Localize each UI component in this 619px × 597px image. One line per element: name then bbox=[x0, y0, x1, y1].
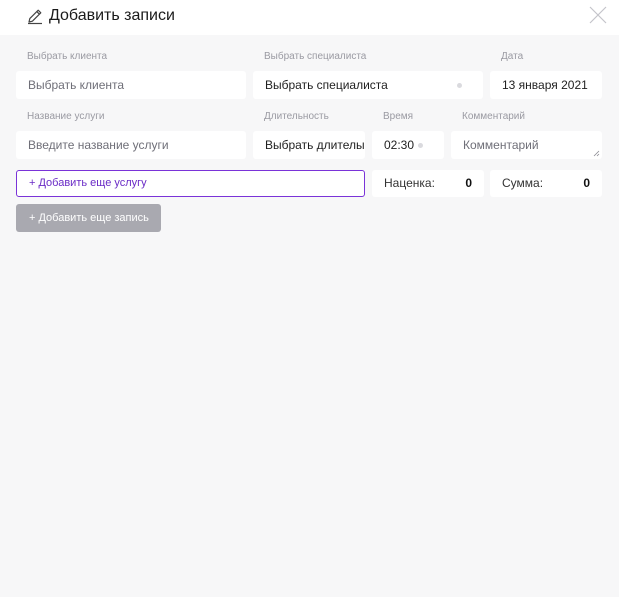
date-field[interactable]: 13 января 2021 bbox=[490, 71, 602, 99]
edit-pencil-icon bbox=[28, 9, 42, 25]
duration-select[interactable]: Выбрать длителы bbox=[253, 131, 365, 159]
specialist-select-value: Выбрать специалиста bbox=[265, 78, 388, 92]
time-label: Время bbox=[383, 111, 414, 122]
specialist-label: Выбрать специалиста bbox=[264, 51, 367, 62]
service-name-placeholder: Введите название услуги bbox=[28, 138, 169, 152]
sum-box: Сумма: 0 bbox=[490, 170, 602, 197]
service-name-input[interactable]: Введите название услуги bbox=[16, 131, 246, 159]
comment-label: Комментарий bbox=[462, 111, 525, 122]
client-select[interactable]: Выбрать клиента bbox=[16, 71, 246, 99]
sum-label: Сумма: bbox=[502, 176, 544, 190]
markup-value: 0 bbox=[465, 176, 472, 190]
add-service-button[interactable]: + Добавить еще услугу bbox=[16, 170, 365, 197]
markup-box: Наценка: 0 bbox=[372, 170, 484, 197]
close-icon[interactable] bbox=[587, 4, 609, 26]
time-field[interactable]: 02:30 bbox=[372, 131, 444, 159]
sum-value: 0 bbox=[583, 176, 590, 190]
modal-title: Добавить записи bbox=[49, 7, 175, 24]
date-field-value: 13 января 2021 bbox=[502, 78, 588, 92]
duration-select-value: Выбрать длителы bbox=[265, 138, 365, 152]
comment-textarea[interactable]: Комментарий bbox=[451, 131, 602, 159]
date-label: Дата bbox=[501, 51, 524, 62]
time-indicator-icon bbox=[418, 143, 423, 148]
markup-label: Наценка: bbox=[384, 176, 435, 190]
duration-label: Длительность bbox=[264, 111, 329, 122]
modal-header: Добавить записи bbox=[0, 0, 619, 35]
add-record-button[interactable]: + Добавить еще запись bbox=[16, 204, 161, 232]
service-label: Название услуги bbox=[27, 111, 105, 122]
specialist-select[interactable]: Выбрать специалиста bbox=[253, 71, 483, 99]
comment-placeholder: Комментарий bbox=[463, 138, 539, 152]
client-label: Выбрать клиента bbox=[27, 51, 108, 62]
dropdown-indicator-icon bbox=[457, 83, 462, 88]
resize-handle-icon[interactable] bbox=[593, 150, 600, 157]
client-select-placeholder: Выбрать клиента bbox=[28, 78, 125, 92]
time-field-value: 02:30 bbox=[384, 138, 415, 152]
